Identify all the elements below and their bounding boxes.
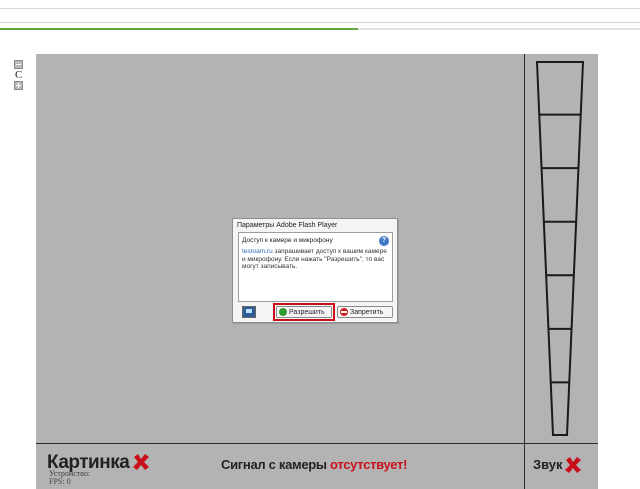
allow-label: Разрешить: [289, 309, 325, 316]
stage-divider-horizontal: [36, 443, 598, 444]
camera-signal-status: Сигнал с камеры отсутствует!: [221, 457, 407, 472]
loading-progress-bar: [0, 28, 640, 30]
dialog-title: Параметры Adobe Flash Player: [237, 222, 338, 229]
deny-label: Запретить: [350, 309, 384, 316]
toolbar-divider: [0, 22, 640, 23]
zoom-in-button[interactable]: [14, 81, 23, 90]
help-icon[interactable]: ?: [379, 236, 389, 246]
loading-progress-fill: [0, 28, 359, 30]
fps-label: FPS: 0: [49, 477, 71, 486]
monitor-icon[interactable]: [242, 306, 256, 318]
zoom-out-button[interactable]: [14, 60, 23, 69]
dialog-message: testoam.ru запрашивает доступ к вашим ка…: [242, 248, 390, 271]
allow-button[interactable]: Разрешить: [276, 306, 332, 318]
meter-outline: [535, 61, 585, 436]
zoom-control: C: [14, 60, 26, 90]
signal-status-warning: отсутствует!: [330, 457, 408, 472]
browser-top-area: [0, 0, 640, 30]
dialog-content: Доступ к камере и микрофону ? testoam.ru…: [238, 232, 393, 302]
deny-button[interactable]: Запретить: [337, 306, 393, 318]
picture-off-icon: [133, 454, 149, 470]
stage-divider-vertical: [524, 54, 525, 489]
flash-permission-dialog: Параметры Adobe Flash Player Доступ к ка…: [232, 218, 398, 323]
site-link[interactable]: testoam.ru: [242, 248, 273, 255]
sound-off-icon: [565, 457, 581, 473]
sound-level-meter: [535, 61, 585, 436]
no-entry-icon: [340, 308, 348, 316]
sound-label: Звук: [533, 457, 563, 472]
zoom-center-label[interactable]: C: [14, 69, 26, 81]
toolbar-divider: [0, 8, 640, 9]
dialog-heading: Доступ к камере и микрофону: [242, 237, 333, 244]
checkmark-icon: [279, 308, 287, 316]
signal-prefix: Сигнал с камеры: [221, 457, 331, 472]
device-info: Устройство: FPS: 0: [49, 470, 90, 486]
